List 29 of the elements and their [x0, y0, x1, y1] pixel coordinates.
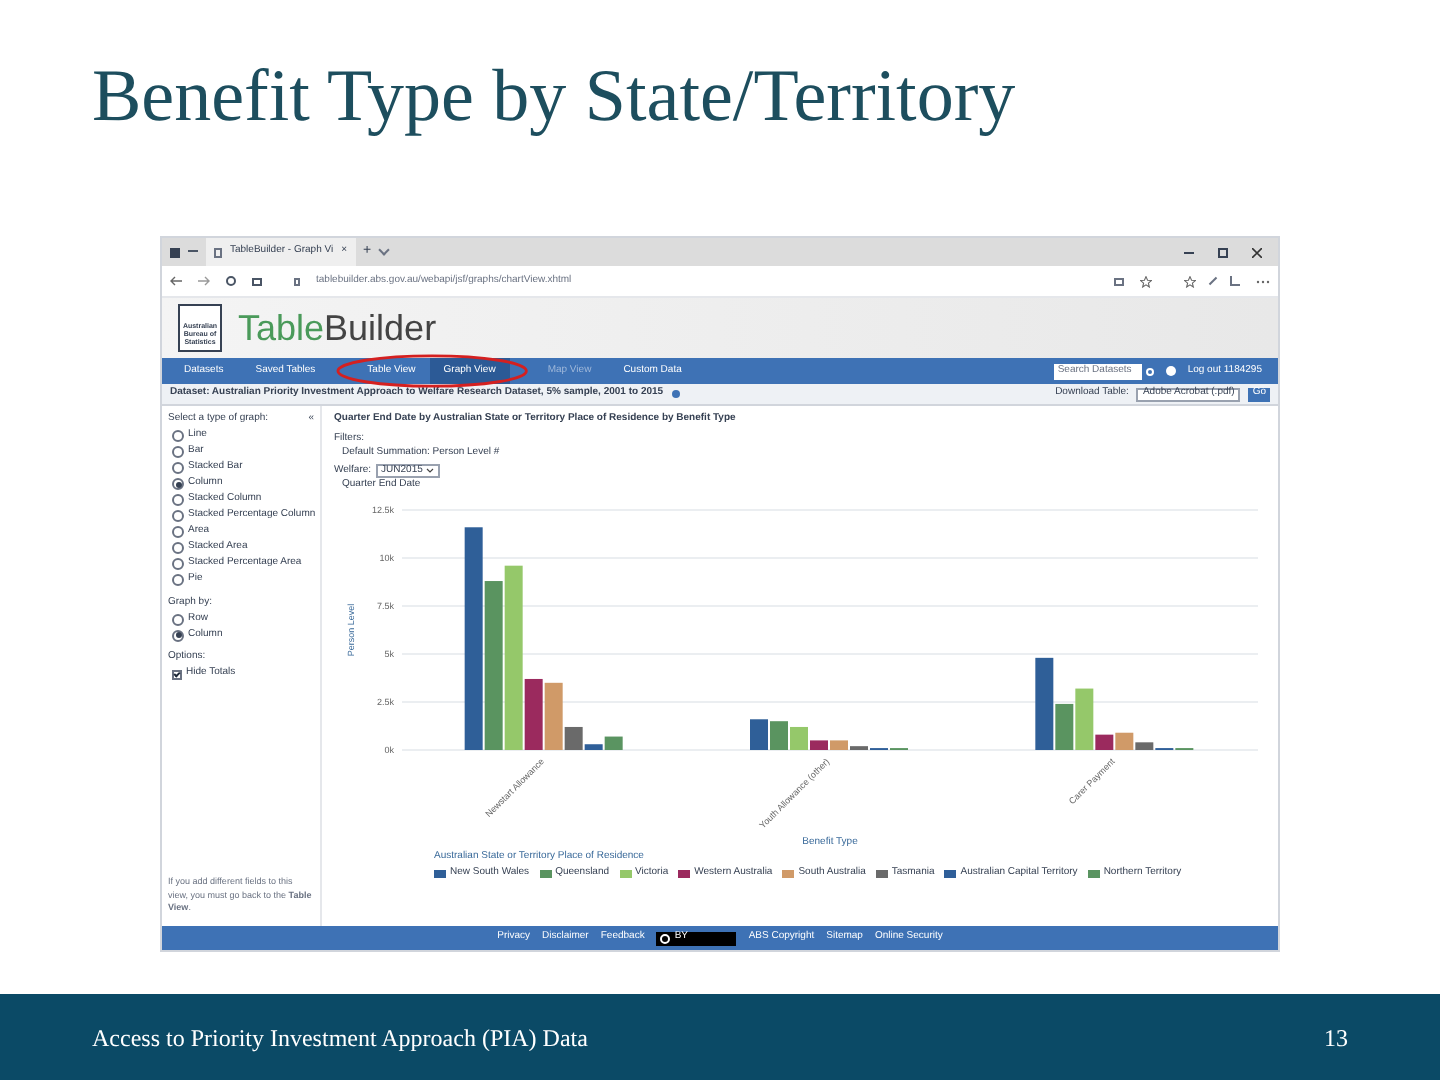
- radio-button[interactable]: [172, 574, 184, 586]
- tab-list-icon: [377, 244, 389, 256]
- footer-text: Access to Priority Investment Approach (PIA) Data: [92, 1021, 588, 1055]
- radio-button[interactable]: [172, 629, 184, 641]
- favorites-icon[interactable]: [1184, 275, 1196, 287]
- back-arrow-icon[interactable]: [170, 276, 182, 286]
- close-icon[interactable]: [1252, 247, 1262, 257]
- page-number: 13: [1324, 1021, 1348, 1055]
- chevron-down-icon: [426, 467, 435, 474]
- chart-bar: [770, 720, 788, 749]
- radio-button[interactable]: [172, 510, 184, 522]
- window-icon: [170, 247, 180, 257]
- slide-title: Benefit Type by State/Territory: [92, 60, 1016, 134]
- radio-button[interactable]: [172, 542, 184, 554]
- radio-button[interactable]: [172, 613, 184, 625]
- forward-arrow-icon[interactable]: [198, 276, 210, 286]
- radio-button[interactable]: [172, 446, 184, 458]
- star-icon[interactable]: [1140, 275, 1152, 287]
- chart-bar: [750, 718, 768, 749]
- radio-button[interactable]: [172, 558, 184, 570]
- maximize-icon[interactable]: [1218, 247, 1228, 257]
- radio-button[interactable]: [172, 462, 184, 474]
- brand-title: TableBuilder: [238, 310, 437, 346]
- radio-button[interactable]: [172, 526, 184, 538]
- minimize-icon[interactable]: [1184, 251, 1194, 253]
- radio-button[interactable]: [172, 430, 184, 442]
- checkbox[interactable]: [172, 669, 182, 679]
- radio-button[interactable]: [172, 494, 184, 506]
- radio-button[interactable]: [172, 478, 184, 490]
